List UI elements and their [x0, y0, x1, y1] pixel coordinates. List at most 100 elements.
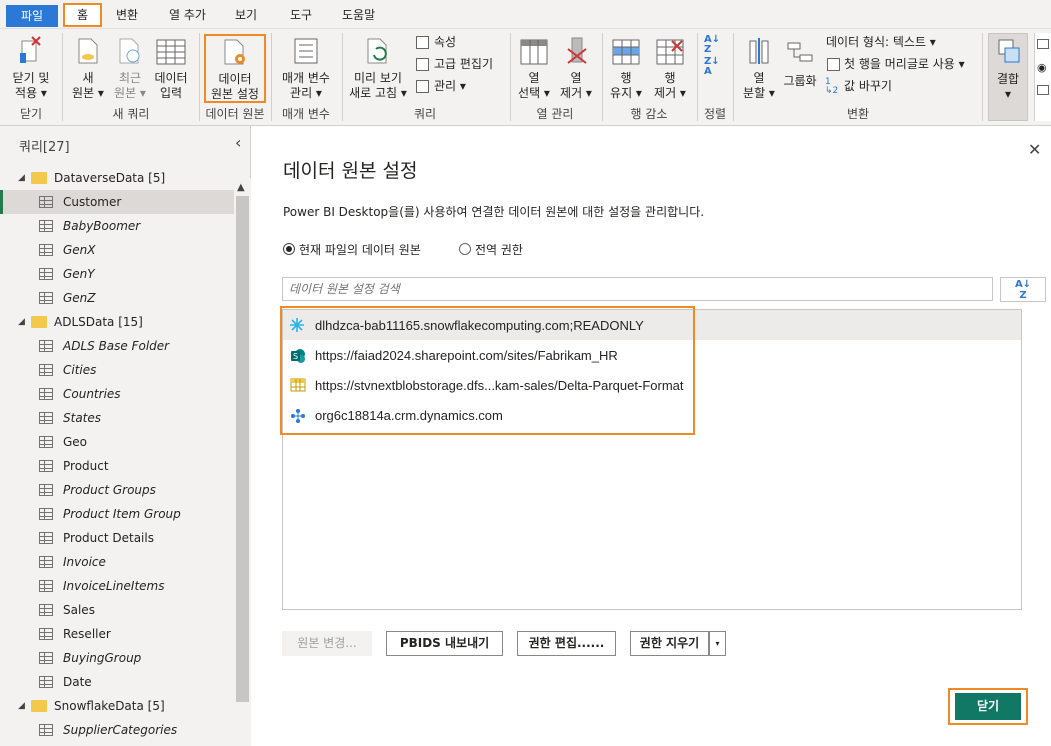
refresh-preview-button[interactable]: 미리 보기 새로 고침 ▾	[346, 33, 410, 103]
query-item[interactable]: Reseller	[0, 622, 234, 646]
clear-permissions-button[interactable]: 권한 지우기	[630, 631, 709, 656]
change-source-button[interactable]: 원본 변경...	[282, 631, 372, 656]
properties-button[interactable]: 속성	[414, 34, 504, 52]
expand-caret-icon[interactable]: ◢	[18, 310, 25, 334]
export-pbids-button[interactable]: PBIDS 내보내기	[386, 631, 503, 656]
keep-rows-button[interactable]: 행 유지 ▾	[606, 33, 646, 103]
query-item[interactable]: GenZ	[0, 286, 234, 310]
dialog-title: 데이터 원본 설정	[283, 160, 418, 182]
enter-data-button[interactable]: 데이터 입력	[150, 33, 192, 103]
query-item[interactable]: Product Item Group	[0, 502, 234, 526]
expand-caret-icon[interactable]: ◢	[18, 166, 25, 190]
clear-permissions-dropdown-icon[interactable]: ▾	[709, 631, 726, 656]
menu-help[interactable]: 도움말	[336, 4, 381, 27]
manage-button[interactable]: 관리 ▾	[414, 78, 504, 96]
query-item[interactable]: InvoiceLineItems	[0, 574, 234, 598]
edit-permissions-button[interactable]: 권한 편집......	[517, 631, 616, 656]
radio-current-file[interactable]: 현재 파일의 데이터 원본	[283, 240, 443, 258]
advanced-editor-button[interactable]: 고급 편집기	[414, 56, 504, 74]
query-item[interactable]: Product Details	[0, 526, 234, 550]
remove-rows-button[interactable]: 행 제거 ▾	[648, 33, 692, 103]
query-label: SupplierCategories	[63, 723, 178, 737]
expand-caret-icon[interactable]: ◢	[18, 694, 25, 718]
query-item[interactable]: Cities	[0, 358, 234, 382]
split-col-label-2: 분할 ▾	[743, 86, 775, 100]
group-label-new-query: 새 쿼리	[112, 107, 150, 121]
source-row[interactable]: https://stvnextblobstorage.dfs...kam-sal…	[283, 370, 1021, 400]
data-source-settings-button[interactable]: 데이터 원본 설정	[204, 34, 266, 103]
new-source-label-2: 원본 ▾	[72, 86, 104, 100]
advanced-editor-label: 고급 편집기	[434, 57, 494, 71]
replace-values-button[interactable]: 1 ↳2 값 바꾸기	[825, 78, 925, 96]
search-input[interactable]	[282, 277, 993, 301]
overflow-icon-1[interactable]	[1037, 39, 1049, 49]
properties-icon	[416, 36, 429, 49]
query-label: ADLS Base Folder	[63, 339, 170, 353]
close-button[interactable]: 닫기	[955, 693, 1021, 720]
query-item[interactable]: SupplierCategories	[0, 718, 234, 742]
remove-columns-icon	[567, 37, 587, 64]
close-apply-label-2: 적용 ▾	[15, 86, 47, 100]
sort-button[interactable]: A↓ Z	[1000, 277, 1046, 302]
query-item[interactable]: BabyBoomer	[0, 214, 234, 238]
query-item[interactable]: Invoice	[0, 550, 234, 574]
scrollbar-thumb[interactable]	[236, 196, 249, 702]
table-icon	[39, 244, 53, 256]
query-item[interactable]: ADLS Base Folder	[0, 334, 234, 358]
source-label: org6c18814a.crm.dynamics.com	[315, 408, 503, 423]
group-by-button[interactable]: 그룹화	[780, 33, 820, 103]
query-item[interactable]: Geo	[0, 430, 234, 454]
query-item[interactable]: BuyingGroup	[0, 646, 234, 670]
menu-file[interactable]: 파일	[6, 5, 58, 27]
sort-descending-button[interactable]: Z↓ A	[704, 57, 724, 77]
menu-transform[interactable]: 변환	[110, 4, 144, 27]
remove-columns-button[interactable]: 열 제거 ▾	[556, 33, 596, 103]
manage-label: 관리 ▾	[434, 79, 466, 93]
scroll-up-icon[interactable]: ▲	[237, 182, 245, 193]
manage-icon	[416, 80, 429, 93]
dialog-close-icon[interactable]: ✕	[1028, 140, 1041, 159]
properties-label: 속성	[434, 35, 457, 49]
query-item[interactable]: States	[0, 406, 234, 430]
query-item[interactable]: Customer	[0, 190, 234, 214]
query-folder[interactable]: ◢ ADLSData [15]	[0, 310, 234, 334]
queries-scrollbar[interactable]: ▲	[234, 178, 251, 746]
combine-button[interactable]: 결합 ▾	[988, 33, 1028, 121]
query-item[interactable]: Sales	[0, 598, 234, 622]
source-row[interactable]: dlhdzca-bab11165.snowflakecomputing.com;…	[283, 310, 1021, 340]
choose-columns-button[interactable]: 열 선택 ▾	[514, 33, 554, 103]
query-item[interactable]: Product Groups	[0, 478, 234, 502]
query-item[interactable]: Product	[0, 454, 234, 478]
source-label: dlhdzca-bab11165.snowflakecomputing.com;…	[315, 318, 644, 333]
recent-source-button[interactable]: 최근 원본 ▾	[110, 33, 150, 103]
radio-global-permissions[interactable]: 전역 권한	[459, 240, 549, 258]
remove-rows-label-2: 제거 ▾	[654, 86, 686, 100]
data-type-dropdown[interactable]: 데이터 형식: 텍스트 ▾	[825, 34, 975, 52]
table-icon	[39, 460, 53, 472]
radio-current-icon	[283, 243, 295, 255]
overflow-icon-3[interactable]	[1037, 85, 1049, 95]
new-source-button[interactable]: 새 원본 ▾	[68, 33, 108, 103]
menu-tools[interactable]: 도구	[284, 4, 318, 27]
menu-home[interactable]: 홈	[63, 3, 102, 27]
source-row[interactable]: Shttps://faiad2024.sharepoint.com/sites/…	[283, 340, 1021, 370]
menu-add-column[interactable]: 열 추가	[163, 4, 212, 27]
close-apply-button[interactable]: 닫기 및 적용 ▾	[8, 33, 54, 103]
query-item[interactable]: GenY	[0, 262, 234, 286]
query-item[interactable]: Countries	[0, 382, 234, 406]
menu-view[interactable]: 보기	[229, 4, 263, 27]
advanced-editor-icon	[416, 58, 429, 71]
queries-header: 쿼리[27]	[19, 140, 70, 155]
sort-ascending-button[interactable]: A↓ Z	[704, 35, 724, 55]
query-folder[interactable]: ◢ DataverseData [5]	[0, 166, 234, 190]
manage-parameters-button[interactable]: 매개 변수 관리 ▾	[276, 33, 336, 103]
split-column-button[interactable]: 열 분할 ▾	[738, 33, 780, 103]
table-icon	[39, 412, 53, 424]
query-folder[interactable]: ◢ SnowflakeData [5]	[0, 694, 234, 718]
first-row-header-button[interactable]: 첫 행을 머리글로 사용 ▾	[825, 56, 985, 74]
query-item[interactable]: Date	[0, 670, 234, 694]
source-row[interactable]: org6c18814a.crm.dynamics.com	[283, 400, 1021, 430]
collapse-pane-icon[interactable]: ‹	[235, 133, 241, 152]
eye-icon[interactable]: ◉	[1037, 61, 1047, 74]
query-item[interactable]: GenX	[0, 238, 234, 262]
